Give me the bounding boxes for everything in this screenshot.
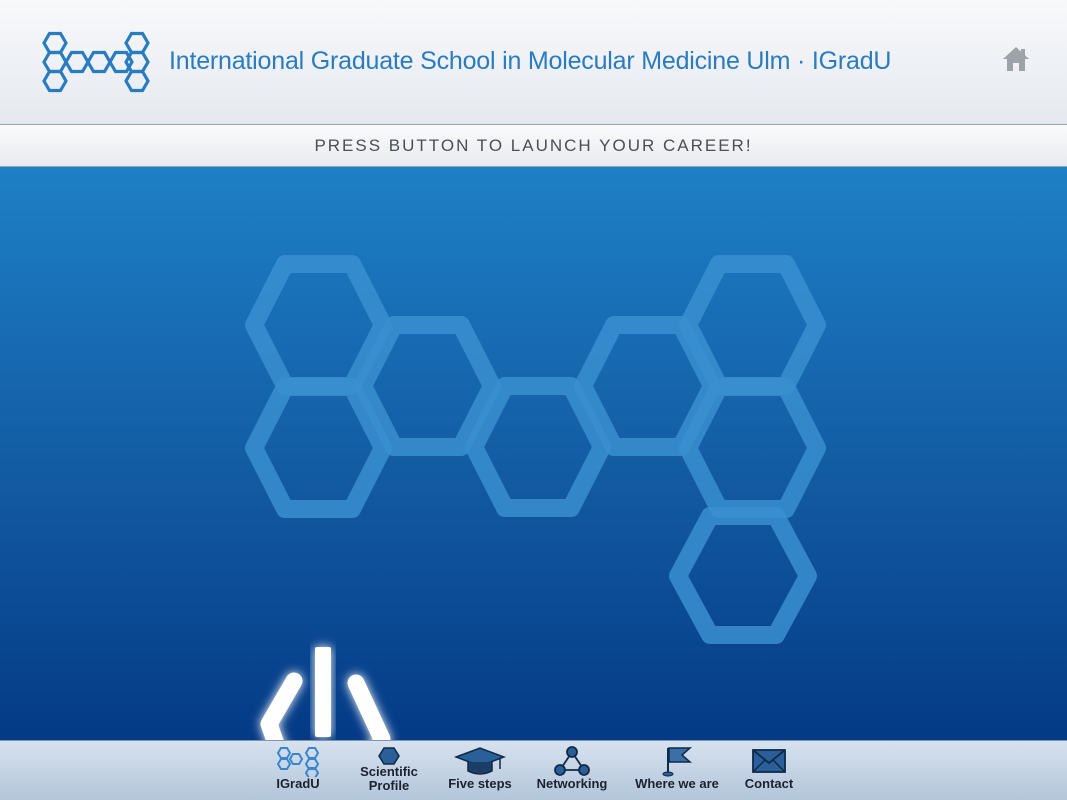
bottom-tab-bar: IGradU Scientific Profile Five steps Net… [0, 740, 1067, 800]
tab-contact[interactable]: Contact [740, 745, 798, 799]
tab-networking-label: Networking [536, 776, 608, 791]
tab-igradu[interactable]: IGradU [270, 745, 326, 799]
page-title: International Graduate School in Molecul… [169, 47, 892, 75]
tab-contact-label: Contact [744, 776, 794, 791]
tab-where-label: Where we are [635, 776, 719, 791]
hexagon-molecule-graphic [245, 255, 826, 644]
envelope-icon [752, 749, 786, 773]
molecule-icon [276, 747, 320, 777]
home-icon[interactable] [1001, 44, 1031, 74]
tab-igradu-label: IGradU [276, 776, 320, 791]
tagline-text: PRESS BUTTON TO LAUNCH YOUR CAREER! [314, 136, 753, 155]
tab-where-we-are[interactable]: Where we are [633, 745, 721, 799]
tab-scientific-label-line2: Profile [368, 778, 410, 793]
tab-scientific-profile[interactable]: Scientific Profile [355, 747, 423, 800]
flag-icon [662, 747, 692, 777]
hexagon-molecule-logo-icon [42, 31, 150, 93]
app-header: International Graduate School in Molecul… [0, 0, 1067, 124]
tab-five-steps[interactable]: Five steps [444, 745, 516, 799]
main-stage [0, 167, 1067, 800]
graduation-cap-icon [454, 747, 506, 775]
tab-five-steps-label: Five steps [448, 776, 512, 791]
tagline-bar: PRESS BUTTON TO LAUNCH YOUR CAREER! [0, 124, 1067, 167]
network-icon [554, 746, 590, 776]
tab-scientific-label-line1: Scientific [360, 764, 418, 779]
tab-networking[interactable]: Networking [532, 745, 612, 799]
hexagon-icon [378, 747, 400, 765]
